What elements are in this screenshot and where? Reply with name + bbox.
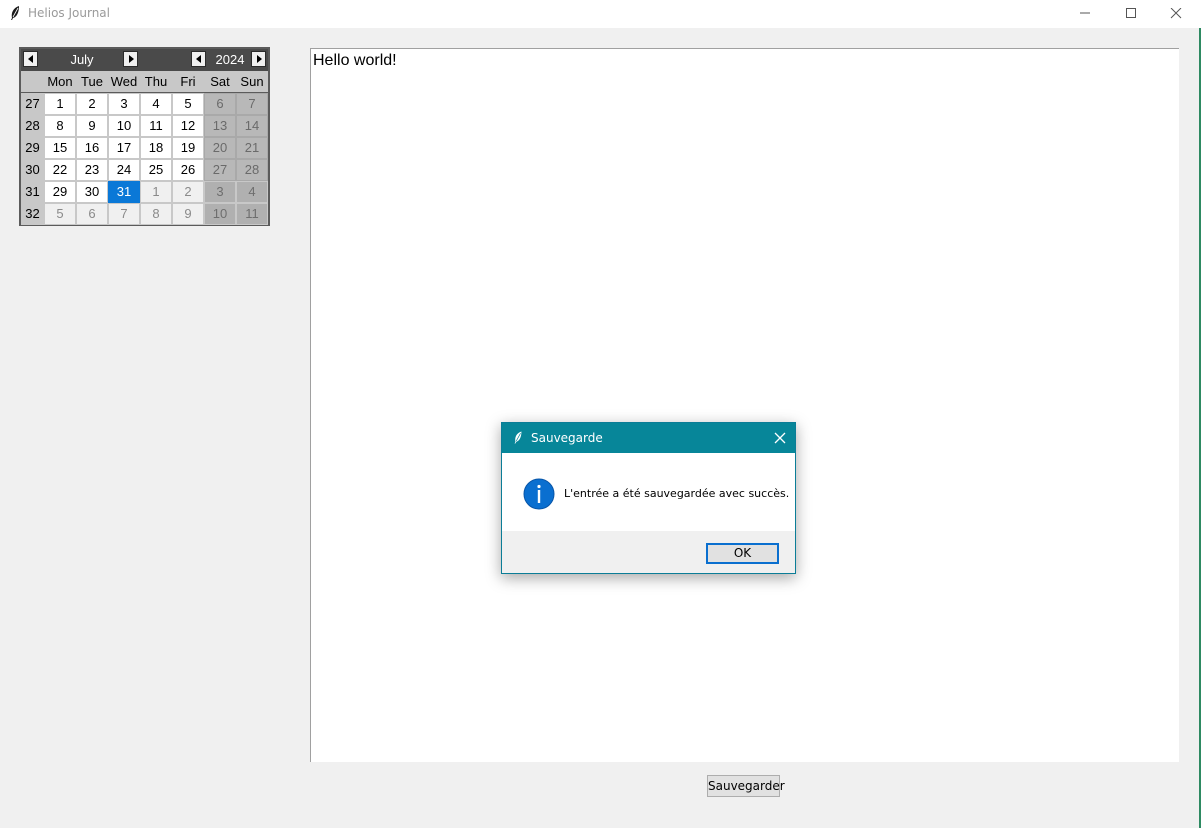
save-button[interactable]: Sauvegarder [707, 775, 785, 797]
week-number: 31 [21, 181, 44, 203]
weekday-header: Wed [108, 71, 140, 92]
weekday-header: Thu [140, 71, 172, 92]
week-number: 32 [21, 203, 44, 225]
calendar-day[interactable]: 19 [172, 137, 204, 159]
calendar-month-label: July [70, 52, 94, 67]
info-icon [523, 478, 555, 510]
calendar-day[interactable]: 8 [44, 115, 76, 137]
dialog-message: L'entrée a été sauvegardée avec succès. [564, 487, 790, 500]
weekday-header: Sat [204, 71, 236, 92]
calendar-day[interactable]: 4 [140, 93, 172, 115]
ok-button[interactable]: OK [706, 543, 779, 564]
weekday-header: Sun [236, 71, 268, 92]
week-number: 27 [21, 93, 44, 115]
minimize-icon [1080, 12, 1090, 14]
journal-text: Hello world! [313, 52, 397, 69]
calendar-header: July 2024 [21, 49, 268, 71]
calendar-day[interactable]: 11 [236, 203, 268, 225]
window-title: Helios Journal [28, 6, 110, 20]
calendar-day[interactable]: 3 [108, 93, 140, 115]
calendar-day[interactable]: 18 [140, 137, 172, 159]
maximize-icon [1126, 8, 1136, 18]
week-number: 28 [21, 115, 44, 137]
next-year-button[interactable] [251, 51, 266, 67]
arrow-right-icon [129, 55, 134, 63]
calendar-day[interactable]: 1 [140, 181, 172, 203]
calendar-day[interactable]: 9 [76, 115, 108, 137]
calendar-day[interactable]: 21 [236, 137, 268, 159]
calendar-day[interactable]: 28 [236, 159, 268, 181]
calendar-corner [21, 71, 44, 92]
dialog-titlebar: Sauvegarde [502, 423, 795, 453]
feather-icon [514, 431, 522, 444]
calendar-day[interactable]: 9 [172, 203, 204, 225]
calendar-widget: July 2024 Mon Tue Wed Thu Fri Sat Sun 27 1 2 3 4 5 6 7… [19, 47, 270, 226]
prev-month-button[interactable] [23, 51, 38, 67]
calendar-day[interactable]: 12 [172, 115, 204, 137]
calendar-day[interactable]: 10 [204, 203, 236, 225]
calendar-day[interactable]: 7 [108, 203, 140, 225]
calendar-day[interactable]: 3 [204, 181, 236, 203]
calendar-day[interactable]: 6 [76, 203, 108, 225]
dialog-close-button[interactable] [770, 429, 790, 447]
arrow-right-icon [257, 55, 262, 63]
weekday-header: Mon [44, 71, 76, 92]
week-number: 30 [21, 159, 44, 181]
calendar-day[interactable]: 2 [172, 181, 204, 203]
week-number: 29 [21, 137, 44, 159]
next-month-button[interactable] [123, 51, 138, 67]
calendar-day[interactable]: 2 [76, 93, 108, 115]
calendar-day[interactable]: 7 [236, 93, 268, 115]
calendar-day[interactable]: 16 [76, 137, 108, 159]
feather-icon [11, 6, 19, 20]
calendar-day[interactable]: 15 [44, 137, 76, 159]
calendar-day[interactable]: 27 [204, 159, 236, 181]
calendar-day[interactable]: 10 [108, 115, 140, 137]
save-dialog: Sauvegarde L'entrée a été sauvegardée av… [501, 422, 796, 574]
maximize-button[interactable] [1108, 0, 1154, 28]
calendar-day[interactable]: 22 [44, 159, 76, 181]
calendar-day[interactable]: 1 [44, 93, 76, 115]
calendar-day[interactable]: 26 [172, 159, 204, 181]
journal-text-area[interactable]: Hello world! [310, 48, 1179, 762]
close-window-button[interactable] [1153, 0, 1199, 28]
arrow-left-icon [28, 55, 33, 63]
calendar-day[interactable]: 17 [108, 137, 140, 159]
calendar-year-label: 2024 [215, 52, 245, 67]
weekday-header: Fri [172, 71, 204, 92]
arrow-left-icon [196, 55, 201, 63]
calendar-day[interactable]: 23 [76, 159, 108, 181]
calendar-day[interactable]: 20 [204, 137, 236, 159]
calendar-day[interactable]: 30 [76, 181, 108, 203]
minimize-button[interactable] [1062, 0, 1108, 28]
weekday-header: Tue [76, 71, 108, 92]
close-icon [774, 432, 786, 444]
calendar-day[interactable]: 4 [236, 181, 268, 203]
dialog-footer: OK [502, 531, 795, 573]
close-icon [1170, 8, 1182, 19]
calendar-day[interactable]: 5 [44, 203, 76, 225]
calendar-day[interactable]: 25 [140, 159, 172, 181]
calendar-day-selected[interactable]: 31 [108, 181, 140, 203]
calendar-day[interactable]: 14 [236, 115, 268, 137]
calendar-day[interactable]: 11 [140, 115, 172, 137]
calendar-day[interactable]: 24 [108, 159, 140, 181]
calendar-day[interactable]: 13 [204, 115, 236, 137]
dialog-title: Sauvegarde [531, 431, 603, 445]
window-titlebar: Helios Journal [0, 0, 1201, 28]
calendar-day[interactable]: 29 [44, 181, 76, 203]
calendar-day[interactable]: 6 [204, 93, 236, 115]
calendar-day[interactable]: 5 [172, 93, 204, 115]
calendar-day[interactable]: 8 [140, 203, 172, 225]
prev-year-button[interactable] [191, 51, 206, 67]
